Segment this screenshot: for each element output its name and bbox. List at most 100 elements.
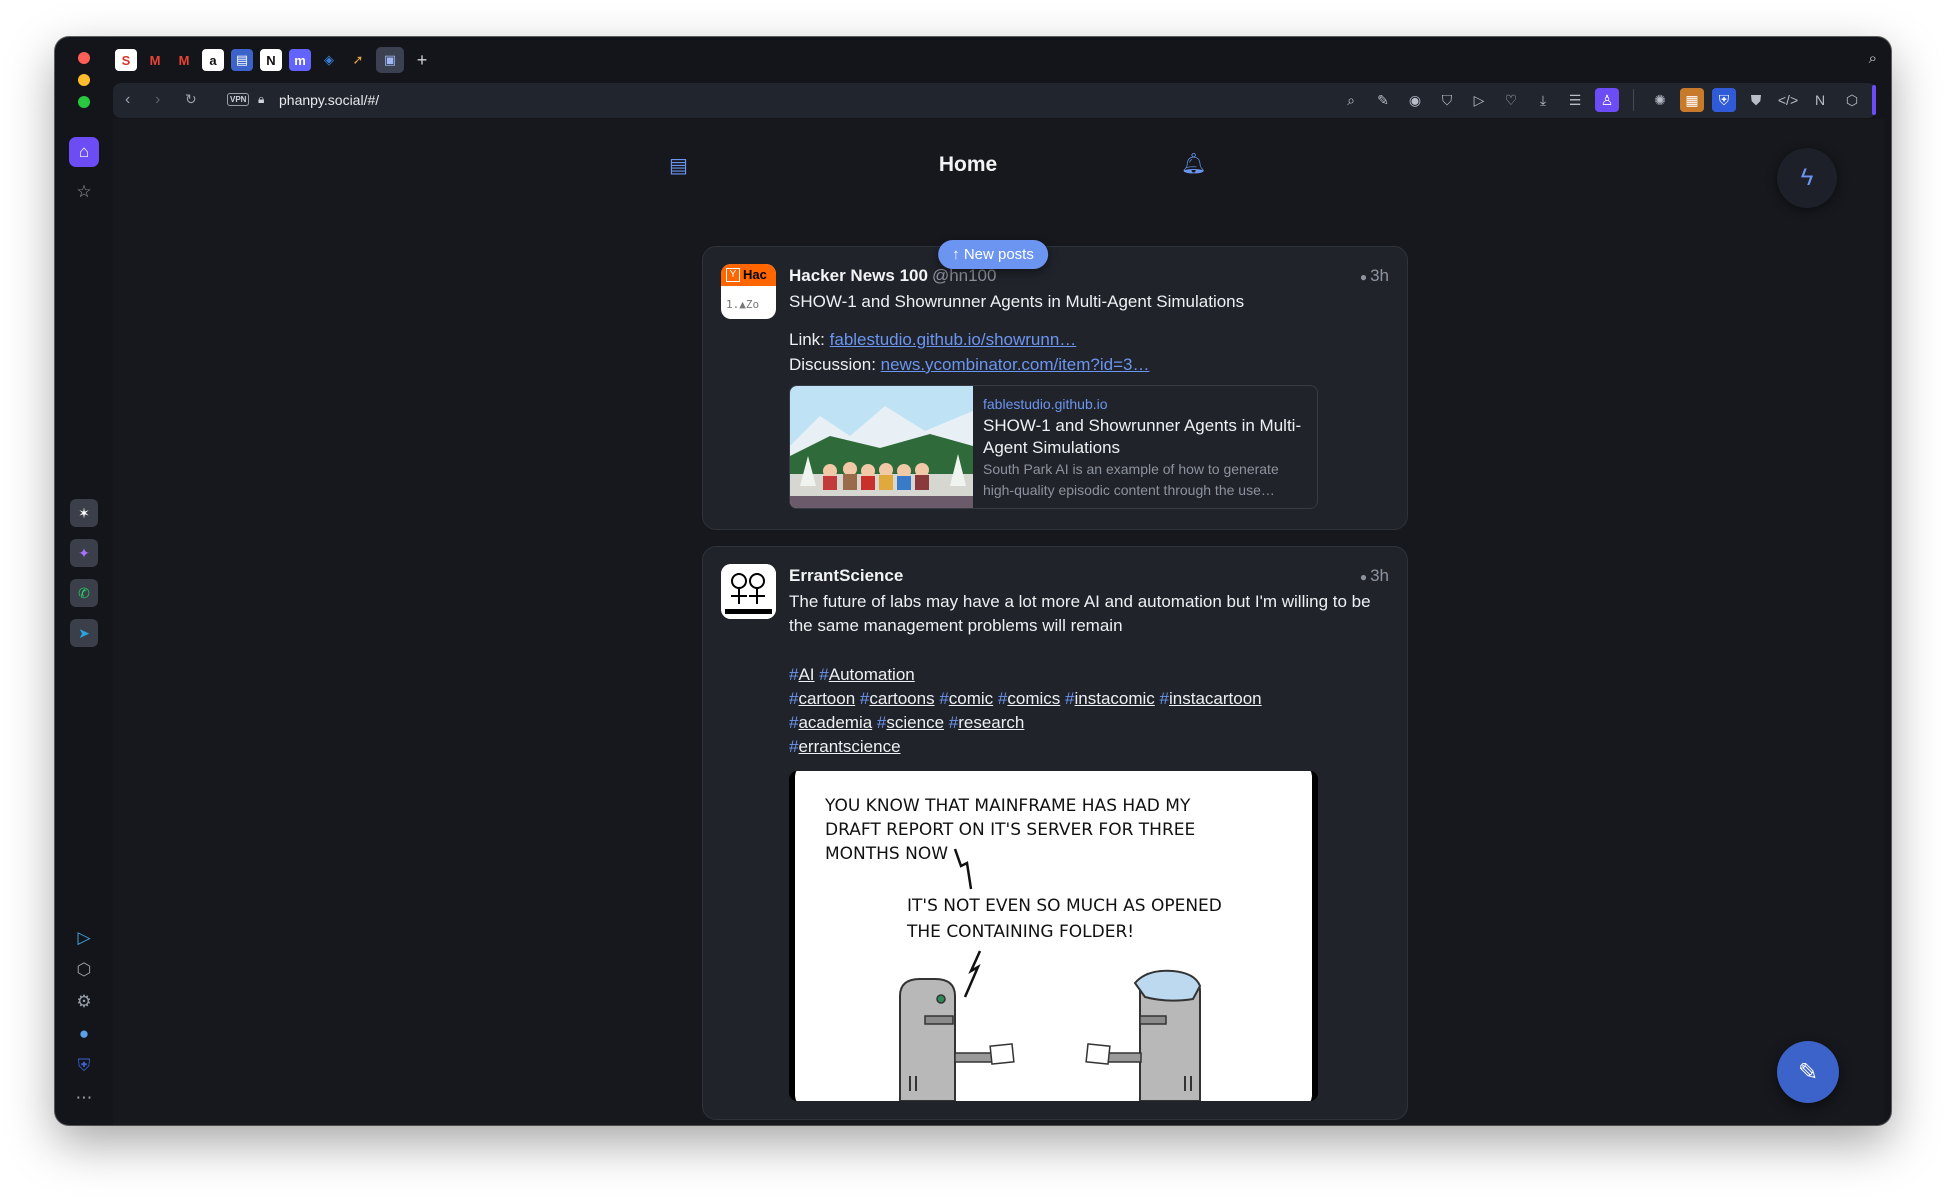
post-timestamp[interactable]: ● 3h (1360, 566, 1389, 586)
notion-tab-icon[interactable]: N (260, 49, 282, 71)
hashtag-link[interactable]: research (958, 713, 1024, 732)
profile-icon[interactable]: ♙ (1595, 88, 1619, 112)
lock-icon[interactable]: 🔒︎ (258, 92, 264, 107)
bitwarden-extension-icon[interactable]: ⛨ (1712, 88, 1736, 112)
back-icon[interactable]: ‹ (125, 91, 130, 109)
notion-extension-icon[interactable]: N (1808, 88, 1832, 112)
comic-drawing: YOU KNOW THAT MAINFRAME HAS HAD MY DRAFT… (795, 771, 1312, 1101)
extension-icon[interactable]: ▦ (1680, 88, 1704, 112)
app-content: ▤ Home 🔔︎ ϟ ↑ New posts Y Hac 1.▲Zo Hack… (113, 119, 1884, 1125)
hashtag-link[interactable]: academia (798, 713, 872, 732)
menu-icon[interactable]: ▤ (669, 153, 688, 178)
preview-title: SHOW-1 and Showrunner Agents in Multi-Ag… (983, 416, 1302, 457)
edit-icon[interactable]: ✎ (1371, 88, 1395, 112)
tab-strip: S M M a ▤ N m ◈ ➚ ▣ + (115, 43, 433, 77)
link-line: Link: fablestudio.github.io/showrunn… (789, 328, 1389, 352)
shortcuts-bolt-button[interactable]: ϟ (1777, 148, 1837, 208)
comic-caption: YOU KNOW THAT MAINFRAME HAS HAD MY (824, 796, 1191, 816)
avatar[interactable]: Y Hac 1.▲Zo (721, 264, 776, 319)
hashtag-link[interactable]: cartoons (869, 689, 934, 708)
aria-app-icon[interactable]: ✶ (70, 499, 98, 527)
menu-lines-icon[interactable]: ☰ (1563, 88, 1587, 112)
post-timestamp[interactable]: ● 3h (1360, 266, 1389, 286)
gmail-tab-icon[interactable]: M (173, 49, 195, 71)
cube-icon[interactable]: ⬡ (69, 955, 99, 985)
preview-thumbnail (790, 386, 973, 508)
errantscience-logo-icon (721, 564, 776, 619)
box-icon[interactable]: ⬡ (1840, 88, 1864, 112)
hashtag-link[interactable]: cartoon (798, 689, 855, 708)
camera-icon[interactable]: ◉ (1403, 88, 1427, 112)
link-preview-card[interactable]: fablestudio.github.io SHOW-1 and Showrun… (789, 385, 1318, 509)
hashtag-link[interactable]: AI (798, 665, 814, 684)
shield-check-icon[interactable]: ⛉ (1435, 88, 1459, 112)
new-tab-button[interactable]: + (411, 50, 433, 71)
hashtag-link[interactable]: science (886, 713, 944, 732)
hashtag-link[interactable]: Automation (829, 665, 915, 684)
pocket-icon[interactable]: ⛊ (1744, 88, 1768, 112)
bitwarden-icon[interactable]: ⛨ (69, 1051, 99, 1081)
display-name[interactable]: Hacker News 100 (789, 266, 928, 285)
mastodon-tab-icon[interactable]: m (289, 49, 311, 71)
star-icon[interactable]: ☆ (69, 177, 99, 207)
comic-caption: IT'S NOT EVEN SO MUCH AS OPENED (907, 896, 1222, 916)
hashtag-link[interactable]: comic (949, 689, 993, 708)
phanpy-tab-icon[interactable]: ▣ (376, 47, 404, 73)
hashtag-link[interactable]: comics (1007, 689, 1060, 708)
new-posts-button[interactable]: ↑ New posts (938, 240, 1048, 269)
bluesky-tab-icon[interactable]: ◈ (318, 49, 340, 71)
toolbar-divider (1633, 89, 1634, 111)
download-icon[interactable]: ⤓ (1531, 88, 1555, 112)
zoom-window-button[interactable] (78, 96, 90, 108)
hashtag-link[interactable]: instacartoon (1169, 689, 1262, 708)
gmail-tab-icon[interactable]: M (144, 49, 166, 71)
page-title: Home (938, 153, 998, 176)
post-author[interactable]: Hacker News 100 @hn100 (789, 266, 996, 286)
zoom-icon[interactable]: ⌕ (1339, 88, 1363, 112)
forward-icon[interactable]: › (155, 91, 160, 109)
display-name[interactable]: ErrantScience (789, 566, 903, 585)
code-icon[interactable]: </> (1776, 88, 1800, 112)
hashtag-link[interactable]: instacomic (1075, 689, 1155, 708)
whatsapp-icon[interactable]: ✆ (70, 579, 98, 607)
comic-caption: MONTHS NOW (825, 844, 948, 864)
preview-description: South Park AI is an example of how to ge… (983, 461, 1279, 498)
post-card[interactable]: Y Hac 1.▲Zo Hacker News 100 @hn100 ● 3h SH… (702, 246, 1408, 530)
close-window-button[interactable] (78, 52, 90, 64)
play-icon[interactable]: ▷ (1467, 88, 1491, 112)
player-icon[interactable]: ▷ (69, 923, 99, 953)
telegram-icon[interactable]: ➤ (70, 619, 98, 647)
minimize-window-button[interactable] (78, 74, 90, 86)
avatar[interactable] (721, 564, 776, 619)
link-label: Link: (789, 330, 830, 349)
notification-bell-icon[interactable]: 🔔︎ (1181, 151, 1206, 176)
comic-image[interactable]: YOU KNOW THAT MAINFRAME HAS HAD MY DRAFT… (789, 771, 1318, 1101)
post-text: The future of labs may have a lot more A… (789, 592, 1371, 635)
heart-icon[interactable]: ♡ (1499, 88, 1523, 112)
discussion-label: Discussion: (789, 355, 881, 374)
calendar-tab-icon[interactable]: ▤ (231, 49, 253, 71)
post-author[interactable]: ErrantScience (789, 566, 903, 586)
hashtag-link[interactable]: errantscience (798, 737, 900, 756)
discussion-link[interactable]: news.ycombinator.com/item?id=3… (881, 355, 1150, 374)
url-field[interactable]: phanpy.social/#/ (279, 92, 379, 108)
browser-window: ⌂ ☆ ✶ ✦ ✆ ➤ ▷ ⬡ ⚙ ● ⛨ ⋯ S M M a ▤ N m ◈ … (55, 37, 1891, 1125)
amazon-tab-icon[interactable]: a (202, 49, 224, 71)
vpn-badge[interactable]: VPN (227, 93, 250, 106)
post-link[interactable]: fablestudio.github.io/showrunn… (830, 330, 1077, 349)
tab-favicon-icon[interactable]: ➚ (347, 49, 369, 71)
chatgpt-icon[interactable]: ✺ (1648, 88, 1672, 112)
comic-caption: THE CONTAINING FOLDER! (906, 922, 1134, 942)
chat-icon[interactable]: ● (69, 1019, 99, 1049)
post-text: SHOW-1 and Showrunner Agents in Multi-Ag… (789, 292, 1245, 311)
tab-favicon-icon[interactable]: S (115, 49, 137, 71)
settings-icon[interactable]: ⚙ (69, 987, 99, 1017)
messenger-icon[interactable]: ✦ (70, 539, 98, 567)
post-card[interactable]: ErrantScience ● 3h The future of labs may… (702, 546, 1408, 1120)
tab-search-icon[interactable]: ⌕ (1869, 50, 1877, 67)
avatar-text: Hac (743, 267, 767, 282)
reload-icon[interactable]: ↻ (185, 91, 197, 108)
compose-button[interactable]: ✎ (1777, 1041, 1839, 1103)
more-icon[interactable]: ⋯ (69, 1083, 99, 1113)
home-icon[interactable]: ⌂ (69, 137, 99, 167)
